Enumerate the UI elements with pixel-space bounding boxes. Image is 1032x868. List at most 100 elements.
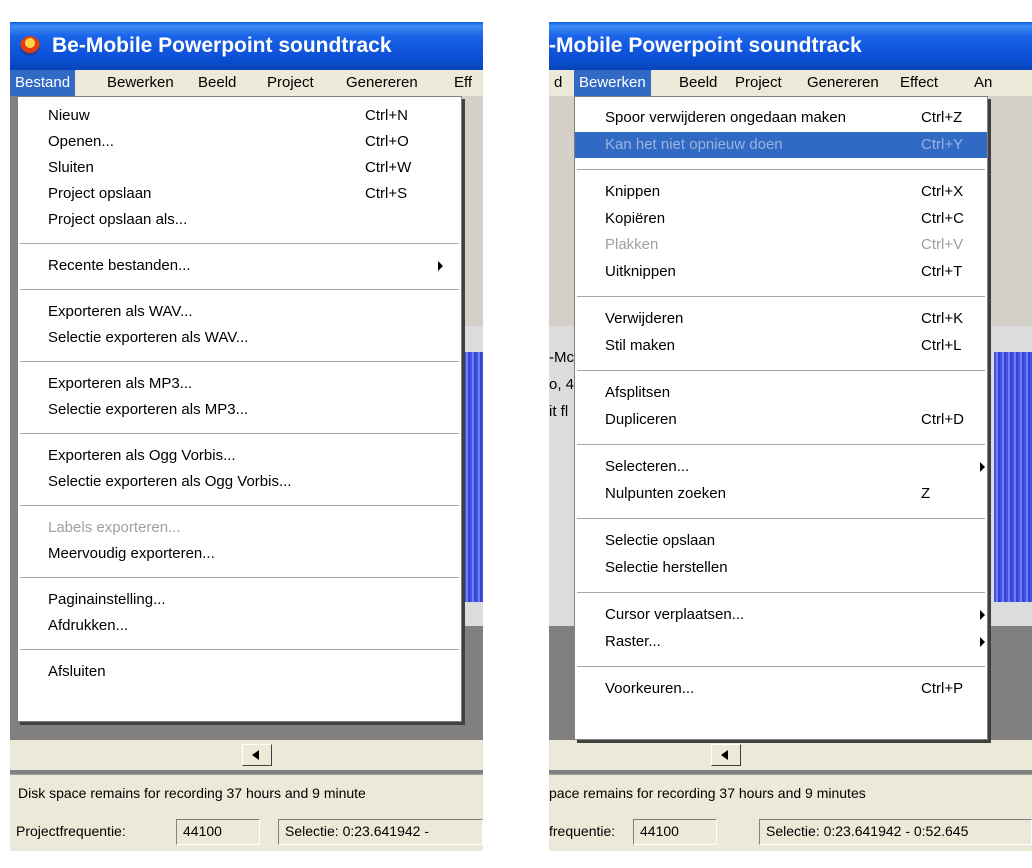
menu-item-kopi-ren[interactable]: Kopiëren Ctrl+C [575,206,987,232]
menu-item-recente-bestanden[interactable]: Recente bestanden... [18,253,461,279]
window-title: Be-Mobile Powerpoint soundtrack [52,34,392,57]
menu-item-afsluiten[interactable]: Afsluiten [18,659,461,685]
menu-item-shortcut: Ctrl+T [921,262,963,280]
status-bar: Disk space remains for recording 37 hour… [10,774,483,815]
menu-item-nulpunten-zoeken[interactable]: Nulpunten zoeken Z [575,481,987,507]
menu-item-label: Dupliceren [605,410,677,428]
menu-item-label: Paginainstelling... [48,591,166,608]
menu-item-shortcut: Ctrl+X [921,183,964,200]
menu-item-label: Labels exporteren... [48,519,181,536]
project-rate-label: frequentie: [549,823,616,839]
menubar-item-bestand[interactable]: Bestand [10,70,76,96]
menubar-item-d[interactable]: d [549,70,567,96]
menu-item-selecteren[interactable]: Selecteren... [575,454,987,480]
menubar-item-bewerken[interactable]: Bewerken [102,70,179,96]
menu-item-spoor-verwijderen-ongedaan-maken[interactable]: Spoor verwijderen ongedaan maken Ctrl+Z [575,105,987,131]
menu-separator [20,289,459,290]
menu-separator [20,433,459,434]
selection-value: Selectie: 0:23.641942 - [285,823,429,839]
menu-separator [577,665,985,667]
menu-item-dupliceren[interactable]: Dupliceren Ctrl+D [575,407,987,433]
project-rate-value: 44100 [640,823,679,839]
menu-item-verwijderen[interactable]: Verwijderen Ctrl+K [575,306,987,332]
menu-item-shortcut: Ctrl+S [365,185,408,202]
menu-separator [577,295,985,297]
track-format: o, 4 [549,376,575,393]
menu-separator [577,443,985,445]
menu-item-label: Afsluiten [48,663,106,680]
menu-bar: Bestand Bewerken Beeld Project Genereren Eff [10,70,483,96]
menu-item-label: Nieuw [48,107,90,124]
menu-item-label: Project opslaan [48,185,152,202]
menu-item-exporteren-als-mp3[interactable]: Exporteren als MP3... [18,371,461,397]
menubar-item-effect[interactable]: Effect [895,70,943,96]
menu-item-uitknippen[interactable]: Uitknippen Ctrl+T [575,259,987,285]
menu-item-afdrukken[interactable]: Afdrukken... [18,613,461,639]
menu-item-project-opslaan-als[interactable]: Project opslaan als... [18,207,461,233]
track-bits: it fl [549,403,569,420]
status-text: Disk space remains for recording 37 hour… [18,785,366,801]
menubar-item-project[interactable]: Project [730,70,787,96]
menu-item-selectie-exporteren-als-ogg-vorbis[interactable]: Selectie exporteren als Ogg Vorbis... [18,469,461,495]
bewerken-menu: Spoor verwijderen ongedaan maken Ctrl+Z Ka… [574,96,988,740]
submenu-arrow-icon [980,462,985,472]
menu-item-project-opslaan[interactable]: Project opslaan Ctrl+S [18,181,461,207]
horizontal-scrollbar[interactable] [549,740,1032,770]
menu-item-afsplitsen[interactable]: Afsplitsen [575,380,987,406]
window-title: -Mobile Powerpoint soundtrack [549,34,862,57]
menu-item-label: Selectie exporteren als WAV... [48,329,249,346]
menu-item-stil-maken[interactable]: Stil maken Ctrl+L [575,333,987,359]
project-rate-field[interactable]: 44100 [176,819,260,845]
bestand-menu: Nieuw Ctrl+N Openen... Ctrl+O Sluiten Ctrl+W P… [17,96,462,722]
menubar-item-project[interactable]: Project [262,70,319,96]
menu-item-selectie-opslaan[interactable]: Selectie opslaan [575,528,987,554]
horizontal-scrollbar[interactable] [10,740,483,770]
menu-separator [20,243,459,244]
menu-item-selectie-exporteren-als-mp3[interactable]: Selectie exporteren als MP3... [18,397,461,423]
menu-item-raster[interactable]: Raster... [575,629,987,655]
status-bar: pace remains for recording 37 hours and … [549,774,1032,815]
menu-item-nieuw[interactable]: Nieuw Ctrl+N [18,103,461,129]
menu-separator [20,505,459,506]
track-name: -Mc [549,349,574,366]
menu-item-shortcut: Ctrl+Z [921,109,963,126]
menubar-item-bewerken[interactable]: Bewerken [574,70,651,96]
menu-item-labels-exporteren: Labels exporteren... [18,515,461,541]
menu-item-voorkeuren[interactable]: Voorkeuren... Ctrl+P [575,676,987,702]
toolbar-area-right [985,96,1032,326]
menubar-item-beeld[interactable]: Beeld [674,70,722,96]
menu-item-label: Cursor verplaatsen... [605,606,745,623]
menubar-item-eff[interactable]: Eff [449,70,477,96]
menu-separator [20,361,459,362]
menu-item-exporteren-als-ogg-vorbis[interactable]: Exporteren als Ogg Vorbis... [18,443,461,469]
project-rate-field[interactable]: 44100 [633,819,717,845]
menu-item-label: Plakken [605,236,659,253]
menu-separator [20,649,459,650]
selection-value: Selectie: 0:23.641942 - 0:52.645 [766,823,969,839]
menubar-item-an[interactable]: An [969,70,997,96]
menu-item-openen[interactable]: Openen... Ctrl+O [18,129,461,155]
menu-item-label: Selectie exporteren als Ogg Vorbis... [48,473,292,490]
submenu-arrow-icon [980,610,985,620]
menu-item-selectie-exporteren-als-wav[interactable]: Selectie exporteren als WAV... [18,325,461,351]
scroll-left-button[interactable] [242,744,272,766]
menu-item-label: Selecteren... [605,458,690,475]
scroll-left-button[interactable] [711,744,741,766]
menu-item-selectie-herstellen[interactable]: Selectie herstellen [575,555,987,581]
menu-item-sluiten[interactable]: Sluiten Ctrl+W [18,155,461,181]
menu-item-label: Stil maken [605,336,676,354]
menu-item-paginainstelling[interactable]: Paginainstelling... [18,587,461,613]
menu-item-exporteren-als-wav[interactable]: Exporteren als WAV... [18,299,461,325]
menu-item-knippen[interactable]: Knippen Ctrl+X [575,179,987,205]
menu-item-meervoudig-exporteren[interactable]: Meervoudig exporteren... [18,541,461,567]
menu-separator [20,577,459,578]
menubar-item-genereren[interactable]: Genereren [341,70,423,96]
menu-separator [577,517,985,519]
title-bar[interactable]: Be-Mobile Powerpoint soundtrack [10,22,483,70]
menu-item-shortcut: Z [921,484,931,502]
menu-item-cursor-verplaatsen[interactable]: Cursor verplaatsen... [575,602,987,628]
menu-item-label: Openen... [48,133,114,150]
menubar-item-beeld[interactable]: Beeld [193,70,241,96]
title-bar[interactable]: -Mobile Powerpoint soundtrack [549,22,1032,70]
menubar-item-genereren[interactable]: Genereren [802,70,884,96]
